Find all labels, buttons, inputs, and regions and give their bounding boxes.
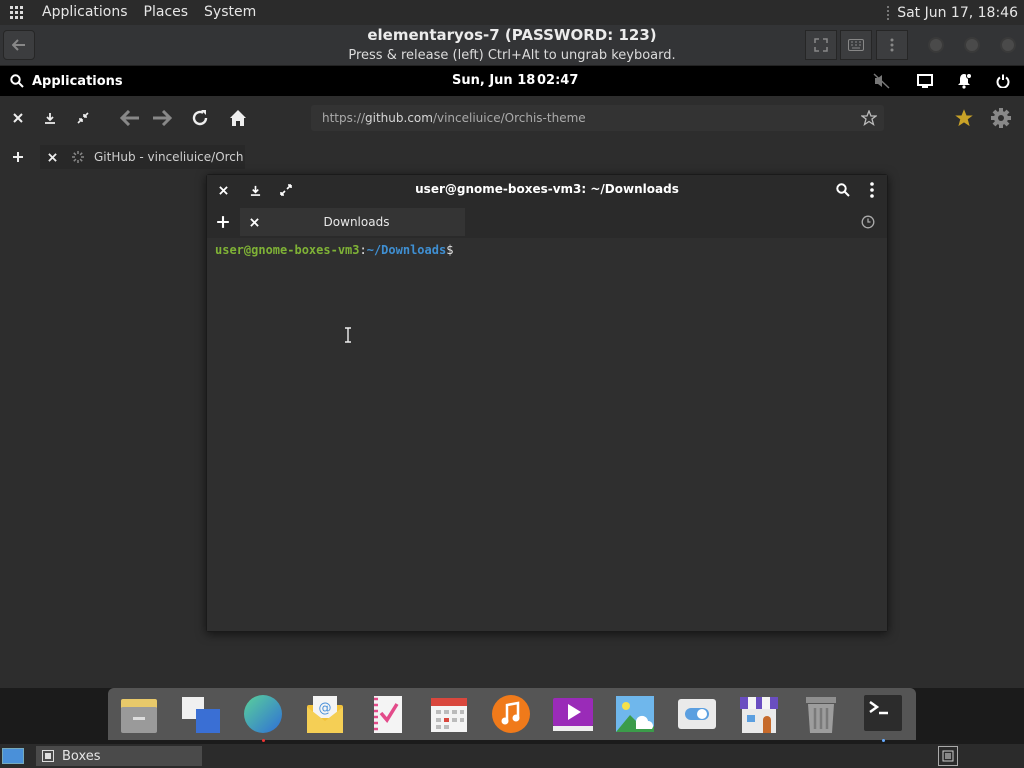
bookmark-star-icon[interactable] (860, 109, 878, 127)
terminal-icon[interactable] (862, 693, 904, 735)
app-grid-icon[interactable] (0, 0, 34, 25)
browser-reload-icon[interactable] (190, 108, 210, 128)
notifications-icon[interactable] (954, 71, 974, 91)
music-icon[interactable] (490, 693, 532, 735)
browser-forward-icon[interactable] (151, 108, 173, 128)
terminal-headerbar: user@gnome-boxes-vm3: ~/Downloads (207, 175, 887, 206)
tab-close-icon[interactable] (46, 151, 58, 163)
files-icon[interactable] (118, 693, 160, 735)
text-cursor-icon (344, 327, 352, 347)
browser-url-bar[interactable]: https://github.com/vinceliuice/Orchis-th… (311, 105, 884, 131)
terminal-history-icon[interactable] (861, 215, 875, 229)
guest-display[interactable]: Applications Sun, Jun 18 02:47 https://g… (0, 66, 1024, 742)
show-desktop-button[interactable] (2, 748, 24, 764)
host-bottom-panel: Boxes (0, 744, 1024, 768)
browser-unfullscreen-icon[interactable] (75, 110, 91, 126)
settings-icon[interactable] (676, 693, 718, 735)
browser-tab-bar: GitHub - vinceliuice/Orchi (0, 142, 1024, 172)
host-menu-applications[interactable]: Applications (34, 0, 136, 25)
terminal-tab-label: Downloads (323, 215, 390, 229)
display-icon[interactable] (915, 71, 935, 91)
workspace-switcher[interactable] (938, 746, 958, 766)
host-top-panel: Applications Places System Sat Jun 17, 1… (0, 0, 1024, 25)
running-indicator (882, 739, 885, 742)
terminal-title: user@gnome-boxes-vm3: ~/Downloads (415, 182, 679, 196)
url-domain: github.com (365, 111, 433, 125)
browser-close-icon[interactable] (10, 110, 26, 126)
prompt-user-host: user@gnome-boxes-vm3 (215, 243, 360, 257)
multitasking-icon[interactable] (180, 693, 222, 735)
guest-applications-button[interactable]: Applications (10, 66, 123, 96)
videos-icon[interactable] (552, 693, 594, 735)
tasks-icon[interactable] (366, 693, 408, 735)
browser-home-icon[interactable] (228, 108, 248, 128)
power-icon[interactable] (993, 71, 1013, 91)
guest-applications-label: Applications (32, 73, 123, 89)
terminal-tab-downloads[interactable]: Downloads (240, 208, 465, 236)
browser-tab[interactable]: GitHub - vinceliuice/Orchi (40, 145, 245, 169)
minimize-window-button[interactable] (928, 37, 944, 53)
menu-button[interactable] (876, 30, 908, 60)
maximize-window-button[interactable] (964, 37, 980, 53)
running-indicator (262, 739, 265, 742)
photos-icon[interactable] (614, 693, 656, 735)
browser-toolbar: https://github.com/vinceliuice/Orchis-th… (0, 96, 1024, 140)
guest-date[interactable]: Sun, Jun 18 (452, 66, 535, 96)
prompt-path: ~/Downloads (366, 243, 447, 257)
panel-handle (887, 5, 891, 20)
browser-download-icon[interactable] (42, 110, 58, 126)
search-icon (10, 74, 24, 88)
terminal-window: user@gnome-boxes-vm3: ~/Downloads Downlo… (206, 174, 888, 632)
url-path: /vinceliuice/Orchis-theme (432, 111, 586, 125)
fullscreen-icon (814, 38, 828, 52)
terminal-menu-icon[interactable] (867, 182, 877, 198)
workspace-icon (942, 750, 954, 762)
terminal-new-tab-icon[interactable] (215, 214, 231, 230)
host-clock-area: Sat Jun 17, 18:46 (887, 0, 1024, 25)
guest-time[interactable]: 02:47 (537, 66, 578, 96)
taskbar-item-label: Boxes (62, 748, 101, 764)
prompt-colon: : (359, 243, 367, 257)
prompt-dollar: $ (446, 243, 454, 257)
loading-spinner-icon (70, 149, 86, 165)
browser-settings-icon[interactable] (990, 107, 1012, 129)
host-menu-places[interactable]: Places (136, 0, 197, 25)
web-browser-icon[interactable] (242, 693, 284, 735)
fullscreen-button[interactable] (805, 30, 837, 60)
url-scheme: https:// (322, 111, 366, 125)
boxes-headerbar: elementaryos-7 (PASSWORD: 123) Press & r… (0, 25, 1024, 66)
terminal-tab-bar: Downloads (207, 206, 887, 238)
boxes-app-icon (42, 750, 54, 762)
host-clock[interactable]: Sat Jun 17, 18:46 (897, 5, 1018, 21)
svg-text:@: @ (319, 701, 332, 716)
terminal-output[interactable]: user@gnome-boxes-vm3:~/Downloads$ (207, 238, 887, 631)
taskbar-item-boxes[interactable]: Boxes (36, 746, 202, 766)
vertical-dots-icon (890, 38, 894, 52)
guest-top-panel: Applications Sun, Jun 18 02:47 (0, 66, 1024, 96)
new-tab-icon[interactable] (10, 149, 26, 165)
close-window-button[interactable] (1000, 37, 1016, 53)
mail-icon[interactable]: @ (304, 693, 346, 735)
appcenter-icon[interactable] (738, 693, 780, 735)
sound-muted-icon[interactable] (872, 71, 892, 91)
host-menu-system[interactable]: System (196, 0, 264, 25)
browser-tab-title: GitHub - vinceliuice/Orchi (94, 150, 244, 164)
browser-back-icon[interactable] (119, 108, 141, 128)
bookmarks-icon[interactable] (953, 107, 975, 129)
keyboard-icon (848, 39, 864, 51)
calendar-icon[interactable] (428, 693, 470, 735)
keyboard-button[interactable] (840, 30, 872, 60)
trash-icon[interactable] (800, 693, 842, 735)
terminal-search-icon[interactable] (835, 182, 851, 198)
